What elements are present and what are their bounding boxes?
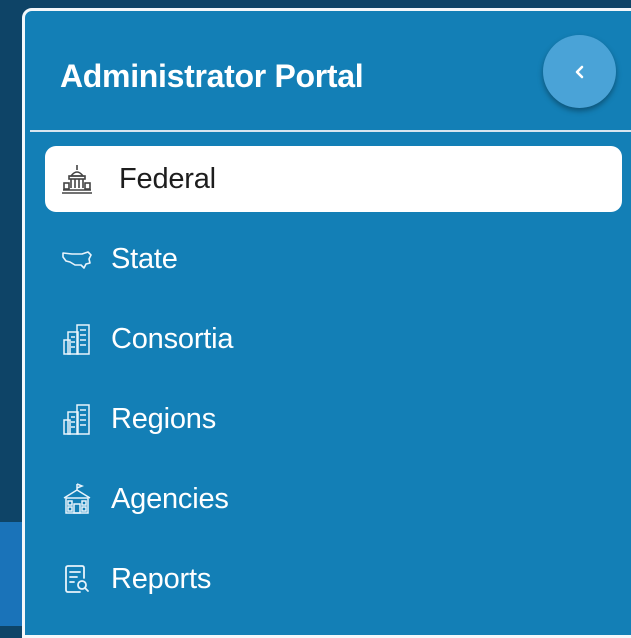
sidebar-item-label: Federal <box>119 162 216 195</box>
sidebar-panel: Administrator Portal Federal State Conso… <box>22 8 631 638</box>
collapse-sidebar-button[interactable] <box>543 35 616 108</box>
sidebar-item-regions[interactable]: Regions <box>45 386 622 452</box>
sidebar-item-agencies[interactable]: Agencies <box>45 466 622 532</box>
sidebar-item-state[interactable]: State <box>45 226 622 292</box>
background-strip <box>0 522 22 626</box>
buildings-icon <box>57 399 97 439</box>
capitol-building-icon <box>57 159 97 199</box>
sidebar-item-label: Consortia <box>111 322 234 355</box>
report-search-icon <box>57 559 97 599</box>
sidebar-item-consortia[interactable]: Consortia <box>45 306 622 372</box>
usa-map-icon <box>57 239 97 279</box>
sidebar-item-label: State <box>111 242 178 275</box>
school-building-icon <box>57 479 97 519</box>
sidebar-nav: Federal State Consortia Regions Agencies… <box>45 146 622 626</box>
sidebar-header: Administrator Portal <box>30 16 631 132</box>
sidebar-item-label: Reports <box>111 562 212 595</box>
sidebar-item-label: Regions <box>111 402 216 435</box>
sidebar-item-federal[interactable]: Federal <box>45 146 622 212</box>
chevron-left-icon <box>575 65 583 78</box>
sidebar-item-label: Agencies <box>111 482 229 515</box>
buildings-icon <box>57 319 97 359</box>
portal-title: Administrator Portal <box>60 58 364 94</box>
sidebar-item-reports[interactable]: Reports <box>45 546 622 612</box>
